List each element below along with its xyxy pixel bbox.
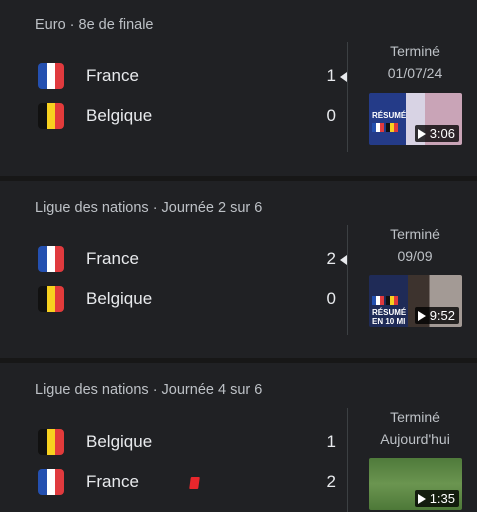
play-icon	[417, 128, 426, 139]
video-thumbnail[interactable]: 1:35	[369, 458, 462, 510]
belgium-flag-icon	[38, 103, 64, 129]
play-icon	[417, 310, 426, 321]
belgium-flag-icon	[38, 286, 64, 312]
match-status: Terminé	[390, 226, 440, 242]
team-name: Belgique	[86, 432, 153, 451]
team-name: France	[86, 472, 139, 491]
winner-arrow-icon	[340, 72, 347, 82]
team-score: 2	[326, 249, 336, 268]
match-date: Aujourd'hui	[380, 431, 450, 447]
winner-arrow-icon	[340, 255, 347, 265]
competition-label: Ligue des nations · Journée 4 sur 6	[35, 382, 263, 398]
divider	[347, 42, 348, 152]
play-icon	[417, 493, 426, 504]
team-name: France	[86, 66, 139, 85]
team-row-away[interactable]: France 2	[38, 468, 358, 498]
team-row-away[interactable]: Belgique 0	[38, 285, 358, 315]
team-score: 2	[326, 472, 336, 491]
team-row-home[interactable]: Belgique 1	[38, 428, 358, 458]
video-duration: 9:52	[429, 308, 455, 323]
divider	[347, 225, 348, 335]
video-duration-badge: 9:52	[414, 307, 459, 324]
team-score: 1	[326, 432, 336, 451]
video-caption: RÉSUMÉ EN 10 MI	[372, 308, 407, 326]
team-name: Belgique	[86, 289, 153, 308]
france-flag-icon	[38, 246, 64, 272]
competition-label: Euro · 8e de finale	[35, 17, 154, 33]
competition-label: Ligue des nations · Journée 2 sur 6	[35, 200, 263, 216]
divider	[347, 408, 348, 512]
match-date: 01/07/24	[387, 65, 443, 81]
thumbnail-flags	[372, 123, 398, 132]
video-thumbnail[interactable]: RÉSUMÉ EN 10 MI 9:52	[369, 275, 462, 327]
france-flag-icon	[38, 469, 64, 495]
team-score: 0	[326, 106, 336, 125]
team-name: France	[86, 249, 139, 268]
team-row-away[interactable]: Belgique 0	[38, 102, 358, 132]
team-name: Belgique	[86, 106, 153, 125]
france-flag-icon	[38, 63, 64, 89]
video-duration: 1:35	[429, 491, 455, 506]
video-caption: RÉSUMÉ	[372, 111, 407, 120]
match-status: Terminé	[390, 43, 440, 59]
team-score: 1	[326, 66, 336, 85]
team-score: 0	[326, 289, 336, 308]
video-duration-badge: 1:35	[414, 490, 459, 507]
red-card-icon	[189, 477, 200, 489]
video-duration: 3:06	[429, 126, 455, 141]
team-row-home[interactable]: France 1	[38, 62, 358, 92]
thumbnail-flags	[372, 296, 398, 305]
team-row-home[interactable]: France 2	[38, 245, 358, 275]
match-status: Terminé	[390, 409, 440, 425]
video-duration-badge: 3:06	[414, 125, 459, 142]
belgium-flag-icon	[38, 429, 64, 455]
video-thumbnail[interactable]: RÉSUMÉ 3:06	[369, 93, 462, 145]
match-date: 09/09	[397, 248, 433, 264]
